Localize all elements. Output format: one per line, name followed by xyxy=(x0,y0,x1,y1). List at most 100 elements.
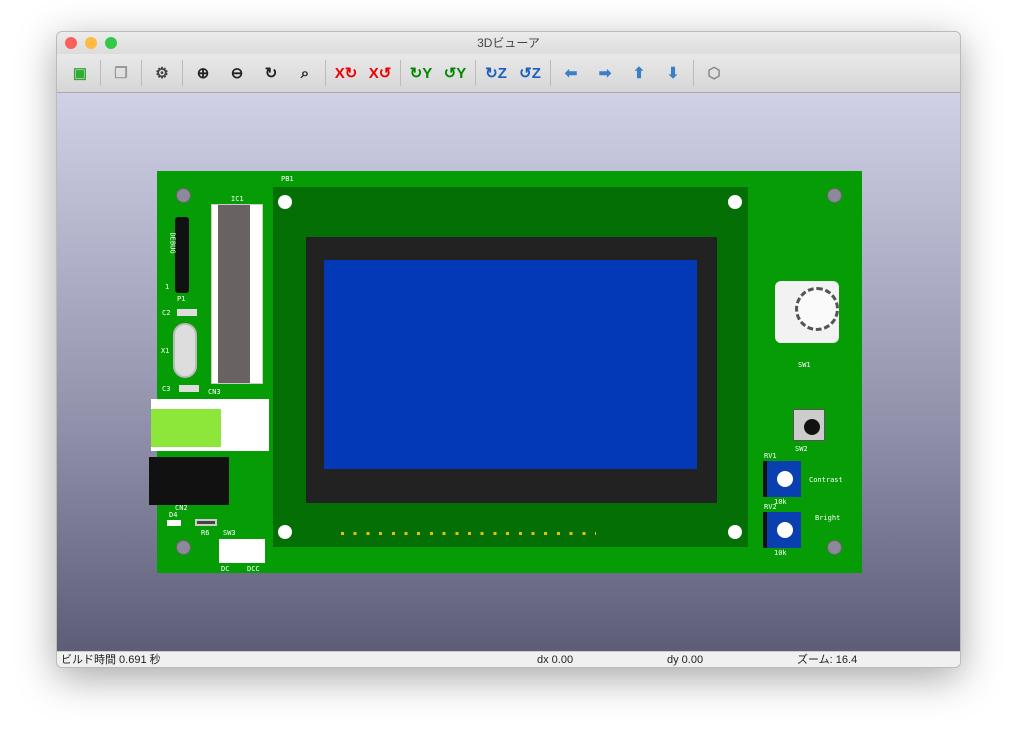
export-icon: ▣ xyxy=(72,65,88,82)
label-bright: Bright xyxy=(815,514,841,522)
label-c3: C3 xyxy=(162,385,171,393)
label-d4: D4 xyxy=(169,511,178,519)
move-down-button[interactable]: ⬇ xyxy=(659,59,687,87)
potentiometer-rv2 xyxy=(763,512,801,548)
lcd-screen xyxy=(324,260,697,469)
lcd-pins xyxy=(341,532,596,535)
label-cn3: CN3 xyxy=(208,388,221,396)
label-contrast: Contrast xyxy=(809,476,843,484)
capacitor-c3 xyxy=(179,385,199,392)
redraw-button[interactable]: ↻ xyxy=(257,59,285,87)
ortho-view-button[interactable]: ⬡ xyxy=(700,59,728,87)
toolbar-separator xyxy=(141,60,142,86)
rotary-encoder-sw1 xyxy=(775,281,839,343)
title-bar: 3Dビューア xyxy=(57,32,960,54)
minimize-button[interactable] xyxy=(85,37,97,49)
move-right-icon: ➡ xyxy=(598,65,612,82)
rotate-y-ccw-icon: ↺Y xyxy=(443,65,467,82)
label-rv1: RV1 xyxy=(764,452,777,460)
mounting-hole xyxy=(176,188,191,203)
window-title: 3Dビューア xyxy=(477,36,540,50)
zoom-in-icon: ⊕ xyxy=(196,65,210,82)
label-ic1: IC1 xyxy=(231,195,244,203)
settings-button[interactable]: ⚙ xyxy=(148,59,176,87)
3d-viewer-window: 3Dビューア ▣ ❐ ⚙ ⊕ ⊖ ↻ ⌕ X↻ X↺ ↻Y ↺Y ↻Z ↺Z ⬅ ➡ ⬆ ⬇ ⬡ PB1 IC1 xyxy=(56,31,961,668)
rotate-z-cw-icon: ↻Z xyxy=(485,65,507,82)
build-time: ビルド時間 0.691 秒 xyxy=(61,654,161,666)
mounting-hole xyxy=(176,540,191,555)
3d-viewport[interactable]: PB1 IC1 DEBUG 1 P1 C2 X1 C3 CN3 CN2 D4 R… xyxy=(57,93,960,651)
zoom-button[interactable] xyxy=(105,37,117,49)
move-up-icon: ⬆ xyxy=(632,65,646,82)
lcd-bezel xyxy=(306,237,717,503)
dc-jack-cn2 xyxy=(149,457,229,505)
zoom-fit-icon: ⌕ xyxy=(300,64,310,82)
move-down-icon: ⬇ xyxy=(666,65,680,82)
toolbar-separator xyxy=(182,60,183,86)
toolbar-separator xyxy=(475,60,476,86)
label-r6: R6 xyxy=(201,529,210,537)
rotate-z-cw-button[interactable]: ↻Z xyxy=(482,59,510,87)
redraw-icon: ↻ xyxy=(264,65,278,82)
dy-readout: dy 0.00 xyxy=(667,654,704,666)
zoom-readout: ズーム: 16.4 xyxy=(797,654,858,666)
toolbar-separator xyxy=(325,60,326,86)
zoom-in-button[interactable]: ⊕ xyxy=(189,59,217,87)
encoder-knob xyxy=(795,287,839,331)
mounting-hole xyxy=(827,540,842,555)
dx-readout: dx 0.00 xyxy=(537,654,574,666)
rotate-y-ccw-button[interactable]: ↺Y xyxy=(441,59,469,87)
rotate-x-ccw-icon: X↺ xyxy=(368,65,392,82)
connector-cn3-body xyxy=(151,409,221,447)
ortho-view-icon: ⬡ xyxy=(707,65,721,82)
rotate-z-ccw-button[interactable]: ↺Z xyxy=(516,59,544,87)
rotate-y-cw-button[interactable]: ↻Y xyxy=(407,59,435,87)
label-pb1: PB1 xyxy=(281,175,294,183)
pcb-board: PB1 IC1 DEBUG 1 P1 C2 X1 C3 CN3 CN2 D4 R… xyxy=(149,171,862,573)
copy-button[interactable]: ❐ xyxy=(107,59,135,87)
move-right-button[interactable]: ➡ xyxy=(591,59,619,87)
export-button[interactable]: ▣ xyxy=(66,59,94,87)
debug-header xyxy=(175,217,189,293)
label-c2: C2 xyxy=(162,309,171,317)
rotate-x-cw-button[interactable]: X↻ xyxy=(332,59,360,87)
move-up-button[interactable]: ⬆ xyxy=(625,59,653,87)
lcd-hole xyxy=(278,525,292,539)
toolbar: ▣ ❐ ⚙ ⊕ ⊖ ↻ ⌕ X↻ X↺ ↻Y ↺Y ↻Z ↺Z ⬅ ➡ ⬆ ⬇ ⬡ xyxy=(57,54,960,93)
rotate-z-ccw-icon: ↺Z xyxy=(519,65,541,82)
lcd-hole xyxy=(728,525,742,539)
pushbutton-cap xyxy=(804,419,820,435)
connector-cn3 xyxy=(151,399,269,451)
zoom-out-button[interactable]: ⊖ xyxy=(223,59,251,87)
lcd-module xyxy=(273,187,748,547)
ic1-socket xyxy=(211,204,263,384)
zoom-out-icon: ⊖ xyxy=(230,65,244,82)
label-p1: P1 xyxy=(177,295,186,303)
label-dcc: DCC xyxy=(247,565,260,573)
switch-sw3 xyxy=(219,539,265,563)
toolbar-separator xyxy=(550,60,551,86)
pushbutton-sw2 xyxy=(793,409,825,441)
zoom-fit-button[interactable]: ⌕ xyxy=(291,59,319,87)
label-debug: DEBUG xyxy=(168,232,177,254)
ic1-chip xyxy=(218,205,250,383)
move-left-button[interactable]: ⬅ xyxy=(557,59,585,87)
toolbar-separator xyxy=(693,60,694,86)
toolbar-separator xyxy=(400,60,401,86)
capacitor-c2 xyxy=(177,309,197,316)
label-sw1: SW1 xyxy=(798,361,811,369)
label-dc: DC xyxy=(221,565,230,573)
crystal-x1 xyxy=(173,323,197,378)
label-rv2: RV2 xyxy=(764,503,777,511)
rotate-x-ccw-button[interactable]: X↺ xyxy=(366,59,394,87)
lcd-hole xyxy=(278,195,292,209)
move-left-icon: ⬅ xyxy=(564,65,578,82)
led-d4 xyxy=(167,520,181,526)
potentiometer-rv1 xyxy=(763,461,801,497)
status-bar: ビルド時間 0.691 秒 dx 0.00 dy 0.00 ズーム: 16.4 xyxy=(57,651,960,667)
close-button[interactable] xyxy=(65,37,77,49)
copy-icon: ❐ xyxy=(114,65,128,82)
label-rv2-value: 10k xyxy=(774,549,787,557)
resistor-r6 xyxy=(195,519,217,526)
label-x1: X1 xyxy=(161,347,170,355)
